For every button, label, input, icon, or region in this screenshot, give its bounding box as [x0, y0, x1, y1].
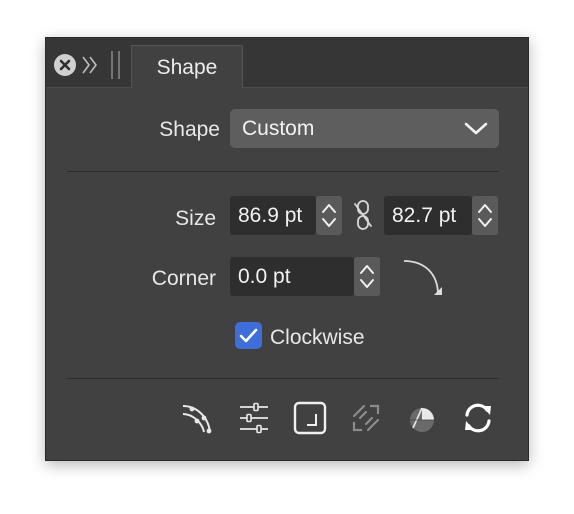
link-proportions-button[interactable] [349, 198, 377, 232]
stepper-arrows-icon [478, 204, 492, 227]
corner-curve-icon [403, 260, 442, 296]
checkmark-icon [239, 328, 258, 343]
shape-panel: Shape Shape Custom Size 86.9 pt 82.7 pt [45, 37, 529, 461]
height-stepper[interactable] [472, 196, 498, 235]
corner-field[interactable]: 0.0 pt [230, 257, 354, 296]
break-curves-icon [352, 404, 380, 432]
shape-type-value: Custom [242, 117, 315, 140]
height-value: 82.7 pt [392, 204, 457, 227]
corner-label: Corner [151, 267, 216, 290]
corner-stepper[interactable] [354, 257, 380, 296]
chain-link-icon [354, 200, 372, 230]
divider [67, 171, 499, 172]
panel-titlebar: Shape [46, 38, 528, 88]
settings-sliders-button[interactable] [236, 400, 272, 436]
clockwise-checkbox[interactable] [235, 322, 262, 349]
convert-to-curves-button[interactable] [292, 400, 328, 436]
tab-shape[interactable]: Shape [131, 45, 243, 88]
path-nodes-button[interactable] [180, 400, 216, 436]
clockwise-label: Clockwise [270, 326, 365, 349]
collapse-button[interactable] [81, 54, 99, 81]
divider [67, 378, 499, 379]
refresh-button[interactable] [460, 400, 496, 436]
stepper-arrows-icon [360, 265, 374, 288]
pie-shape-icon [410, 407, 434, 432]
chevron-down-icon [464, 122, 488, 135]
pie-shape-button[interactable] [404, 400, 440, 436]
rounded-rectangle-icon [293, 401, 327, 435]
sliders-icon [240, 402, 268, 434]
tab-shape-label: Shape [156, 56, 218, 79]
path-nodes-icon [182, 405, 212, 434]
drag-grip[interactable] [110, 50, 122, 85]
close-button[interactable] [54, 54, 76, 76]
corner-value: 0.0 pt [238, 265, 291, 288]
refresh-icon [465, 403, 491, 433]
width-value: 86.9 pt [238, 204, 303, 227]
height-field[interactable]: 82.7 pt [384, 196, 472, 235]
break-curves-button[interactable] [348, 400, 384, 436]
drag-grip-icon [111, 51, 120, 79]
size-label: Size [175, 207, 216, 230]
shape-label: Shape [159, 118, 220, 141]
width-field[interactable]: 86.9 pt [230, 196, 316, 235]
corner-type-button[interactable] [402, 257, 444, 299]
close-icon [59, 59, 71, 71]
double-chevron-right-icon [82, 56, 97, 74]
shape-type-dropdown[interactable]: Custom [230, 109, 499, 148]
width-stepper[interactable] [316, 196, 342, 235]
stepper-arrows-icon [322, 204, 336, 227]
